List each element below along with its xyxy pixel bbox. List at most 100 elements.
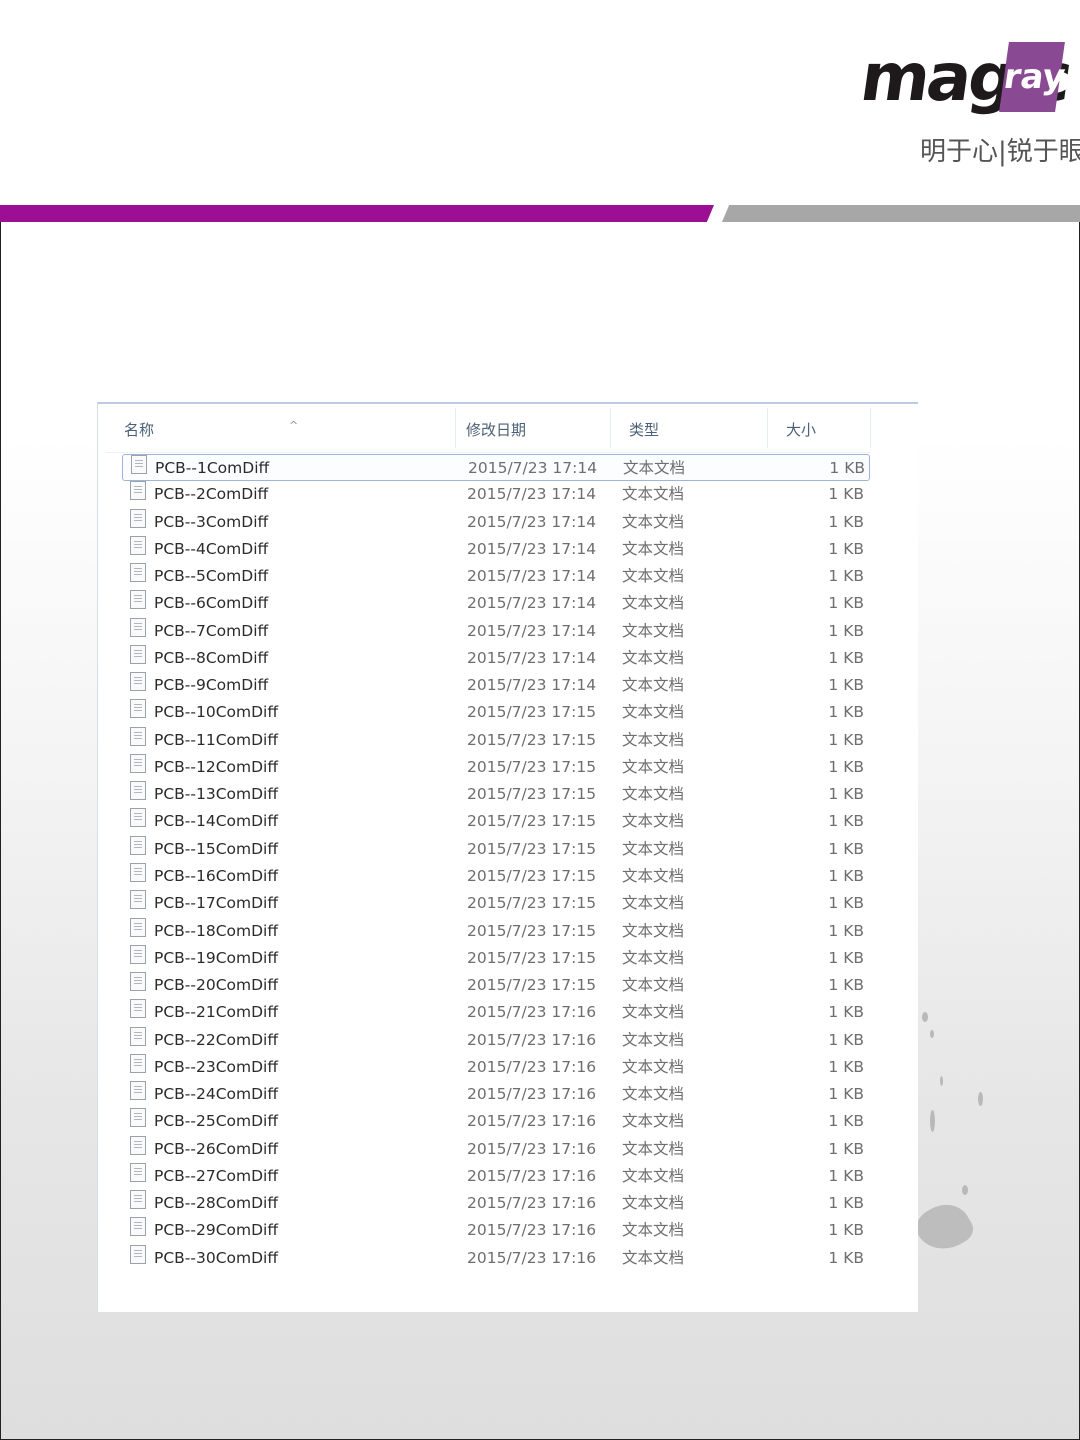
file-modified-date: 2015/7/23 17:14 [467,539,597,558]
decorative-splash [922,1012,928,1022]
file-row[interactable]: PCB--4ComDiff 2015/7/23 17:14 文本文档 1 KB [122,535,870,563]
file-modified-date: 2015/7/23 17:16 [467,1194,597,1213]
file-row[interactable]: PCB--28ComDiff 2015/7/23 17:16 文本文档 1 KB [122,1190,870,1217]
file-size: 1 KB [828,1057,864,1076]
column-header-size[interactable]: 大小 [768,408,871,448]
column-header-name[interactable]: 名称 ^ [106,408,456,448]
text-document-icon [130,1190,146,1210]
file-row[interactable]: PCB--8ComDiff 2015/7/23 17:14 文本文档 1 KB [122,644,870,672]
file-type: 文本文档 [622,1057,685,1076]
file-name: PCB--10ComDiff [154,703,279,722]
file-modified-date: 2015/7/23 17:14 [467,594,597,613]
text-document-icon [130,1217,146,1237]
file-size: 1 KB [828,1248,864,1267]
file-name: PCB--19ComDiff [154,948,279,967]
text-document-icon [130,1244,146,1264]
file-size: 1 KB [828,976,864,995]
file-name: PCB--29ComDiff [154,1221,279,1240]
file-modified-date: 2015/7/23 17:15 [467,948,597,967]
file-size: 1 KB [829,459,865,477]
text-document-icon [130,617,146,637]
file-row[interactable]: PCB--1ComDiff 2015/7/23 17:14 文本文档 1 KB [122,454,870,482]
text-document-icon [130,1081,146,1101]
text-document-icon [130,699,146,719]
file-size: 1 KB [828,1112,864,1131]
text-document-icon [130,999,146,1019]
file-row[interactable]: PCB--18ComDiff 2015/7/23 17:15 文本文档 1 KB [122,917,870,945]
file-modified-date: 2015/7/23 17:14 [467,621,597,640]
file-row[interactable]: PCB--17ComDiff 2015/7/23 17:15 文本文档 1 KB [122,890,870,917]
sort-ascending-icon: ^ [289,419,299,432]
file-size: 1 KB [828,1030,864,1049]
file-type: 文本文档 [622,703,685,722]
file-size: 1 KB [828,567,864,586]
file-row[interactable]: PCB--24ComDiff 2015/7/23 17:16 文本文档 1 KB [122,1081,870,1108]
file-type: 文本文档 [622,1112,685,1131]
file-row[interactable]: PCB--16ComDiff 2015/7/23 17:15 文本文档 1 KB [122,862,870,890]
file-row[interactable]: PCB--25ComDiff 2015/7/23 17:16 文本文档 1 KB [122,1108,870,1135]
file-size: 1 KB [828,921,864,940]
file-type: 文本文档 [622,621,685,640]
column-name-label: 名称 [124,421,155,439]
file-row[interactable]: PCB--12ComDiff 2015/7/23 17:15 文本文档 1 KB [122,753,870,781]
text-document-icon [130,1026,146,1046]
file-row[interactable]: PCB--13ComDiff 2015/7/23 17:15 文本文档 1 KB [122,781,870,808]
file-row[interactable]: PCB--7ComDiff 2015/7/23 17:14 文本文档 1 KB [122,617,870,645]
file-type: 文本文档 [622,894,685,913]
file-row[interactable]: PCB--9ComDiff 2015/7/23 17:14 文本文档 1 KB [122,672,870,699]
gray-band [722,205,1080,222]
column-header-bar: 名称 ^ 修改日期 类型 大小 [106,408,871,453]
file-row[interactable]: PCB--22ComDiff 2015/7/23 17:16 文本文档 1 KB [122,1026,870,1054]
text-document-icon [130,1108,146,1128]
file-name: PCB--8ComDiff [154,648,269,667]
file-type: 文本文档 [622,539,685,558]
file-row[interactable]: PCB--10ComDiff 2015/7/23 17:15 文本文档 1 KB [122,699,870,726]
file-type: 文本文档 [622,594,685,613]
file-type: 文本文档 [622,1166,685,1185]
file-row[interactable]: PCB--23ComDiff 2015/7/23 17:16 文本文档 1 KB [122,1053,870,1081]
file-row[interactable]: PCB--3ComDiff 2015/7/23 17:14 文本文档 1 KB [122,508,870,536]
file-size: 1 KB [828,785,864,804]
text-document-icon [130,862,146,882]
file-type: 文本文档 [622,976,685,995]
file-type: 文本文档 [622,812,685,831]
file-modified-date: 2015/7/23 17:15 [467,839,597,858]
column-header-date[interactable]: 修改日期 [456,408,611,448]
file-row[interactable]: PCB--15ComDiff 2015/7/23 17:15 文本文档 1 KB [122,835,870,863]
file-type: 文本文档 [622,485,685,504]
file-type: 文本文档 [622,567,685,586]
file-row[interactable]: PCB--30ComDiff 2015/7/23 17:16 文本文档 1 KB [122,1244,870,1272]
file-row[interactable]: PCB--5ComDiff 2015/7/23 17:14 文本文档 1 KB [122,563,870,590]
text-document-icon [130,1135,146,1155]
file-modified-date: 2015/7/23 17:14 [467,485,597,504]
file-type: 文本文档 [622,730,685,749]
file-row[interactable]: PCB--19ComDiff 2015/7/23 17:15 文本文档 1 KB [122,944,870,972]
file-row[interactable]: PCB--20ComDiff 2015/7/23 17:15 文本文档 1 KB [122,972,870,999]
file-row[interactable]: PCB--14ComDiff 2015/7/23 17:15 文本文档 1 KB [122,808,870,835]
file-name: PCB--2ComDiff [154,485,269,504]
file-size: 1 KB [828,648,864,667]
file-row[interactable]: PCB--2ComDiff 2015/7/23 17:14 文本文档 1 KB [122,481,870,508]
file-size: 1 KB [828,512,864,531]
file-type: 文本文档 [622,785,685,804]
file-row[interactable]: PCB--29ComDiff 2015/7/23 17:16 文本文档 1 KB [122,1217,870,1244]
file-type: 文本文档 [622,1139,685,1158]
column-header-type[interactable]: 类型 [611,408,768,448]
file-size: 1 KB [828,485,864,504]
file-name: PCB--11ComDiff [154,730,279,749]
file-size: 1 KB [828,948,864,967]
file-row[interactable]: PCB--6ComDiff 2015/7/23 17:14 文本文档 1 KB [122,590,870,617]
brand-slogan: 明于心|锐于眼 [920,137,1080,167]
text-document-icon [130,944,146,964]
file-row[interactable]: PCB--26ComDiff 2015/7/23 17:16 文本文档 1 KB [122,1135,870,1163]
text-document-icon [130,590,146,610]
file-modified-date: 2015/7/23 17:16 [467,1057,597,1076]
file-row[interactable]: PCB--27ComDiff 2015/7/23 17:16 文本文档 1 KB [122,1162,870,1190]
file-row[interactable]: PCB--11ComDiff 2015/7/23 17:15 文本文档 1 KB [122,726,870,754]
text-document-icon [130,753,146,773]
text-document-icon [130,644,146,664]
file-row[interactable]: PCB--21ComDiff 2015/7/23 17:16 文本文档 1 KB [122,999,870,1026]
file-name: PCB--9ComDiff [154,676,269,695]
text-document-icon [130,835,146,855]
file-size: 1 KB [828,621,864,640]
